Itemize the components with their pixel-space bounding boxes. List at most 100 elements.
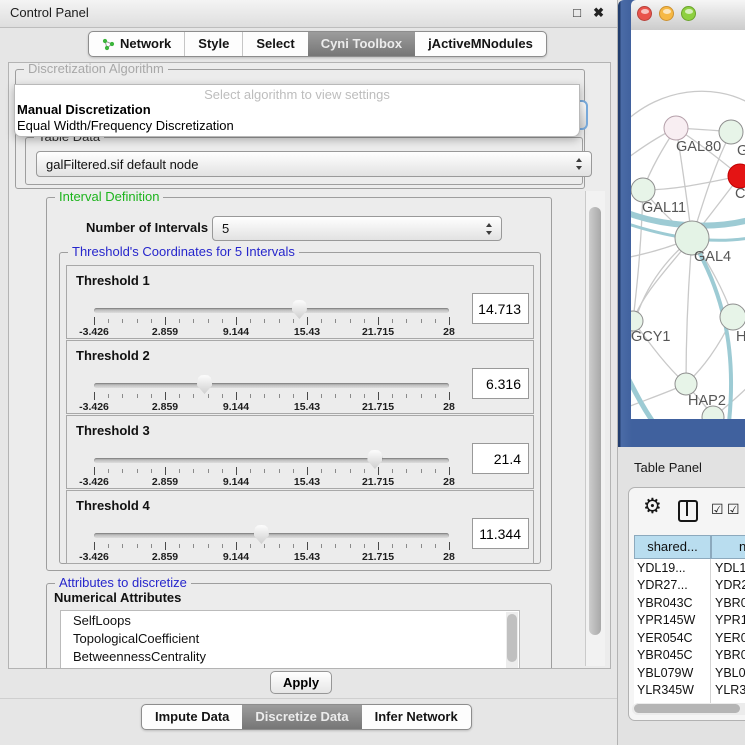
threshold-1-panel: Threshold 1 -3.4262.8599.14415.4321.7152… <box>66 265 534 339</box>
table-row[interactable]: YDL19...YDL1 <box>634 559 745 577</box>
threshold-slider-track[interactable] <box>94 308 449 313</box>
dropdown-option-manual-discretization[interactable]: Manual Discretization <box>17 102 151 117</box>
table-horizontal-scrollbar[interactable] <box>632 703 745 715</box>
threshold-slider-track[interactable] <box>94 458 449 463</box>
threshold-slider-track[interactable] <box>94 533 449 538</box>
node-label: GAL11 <box>642 200 686 216</box>
table-cell[interactable]: YDR27... <box>634 578 710 592</box>
gear-icon[interactable]: ⚙ <box>643 494 662 519</box>
tab-style[interactable]: Style <box>184 32 242 56</box>
attributes-scrollbar[interactable] <box>506 612 518 669</box>
attribute-item[interactable]: TopologicalCoefficient <box>61 629 519 647</box>
apply-button[interactable]: Apply <box>270 671 332 694</box>
panel-scrollbar[interactable] <box>585 191 605 666</box>
network-node[interactable] <box>719 120 743 144</box>
attribute-item[interactable]: BetweennessCentrality <box>61 647 519 665</box>
network-canvas[interactable]: GAL80GAGAL11CGAL4GCY1HHAP2 <box>631 30 745 419</box>
float-icon[interactable]: □ <box>573 5 581 21</box>
threshold-slider-track[interactable] <box>94 383 449 388</box>
table-row[interactable]: YER054CYER0 <box>634 629 745 647</box>
checkbox-icon[interactable]: ☑ <box>711 501 724 518</box>
table-cell[interactable]: YPR145W <box>634 613 710 627</box>
table-cell[interactable]: YBR0 <box>710 647 745 665</box>
threshold-value-field[interactable] <box>472 518 529 549</box>
tab-label: Select <box>256 32 294 56</box>
table-row[interactable]: YPR145WYPR1 <box>634 612 745 630</box>
network-edge[interactable] <box>631 372 659 419</box>
network-node[interactable] <box>720 304 745 330</box>
tab-impute-data[interactable]: Impute Data <box>142 705 242 729</box>
table-row[interactable]: YBR045CYBR0 <box>634 647 745 665</box>
dropdown-option-equal-width-frequency[interactable]: Equal Width/Frequency Discretization <box>17 118 234 133</box>
node-label: HAP2 <box>688 393 726 409</box>
tab-select[interactable]: Select <box>242 32 307 56</box>
scrollbar-thumb[interactable] <box>634 704 740 713</box>
network-edge[interactable] <box>631 238 692 368</box>
node-table-rows[interactable]: YDL19...YDL1YDR27...YDR2YBR043CYBR0YPR14… <box>634 559 745 705</box>
close-icon[interactable]: ✖ <box>593 5 604 21</box>
minimize-traffic-light-icon[interactable] <box>659 6 674 21</box>
table-cell[interactable]: YBR045C <box>634 648 710 662</box>
table-cell[interactable]: YER0 <box>710 629 745 647</box>
slider-tick-labels: -3.4262.8599.14415.4321.71528 <box>94 401 449 413</box>
group-title: Interval Definition <box>55 189 163 204</box>
node-label: GCY1 <box>631 329 671 345</box>
table-cell[interactable]: YER054C <box>634 631 710 645</box>
bottom-tab-bar: Impute Data Discretize Data Infer Networ… <box>141 704 472 730</box>
zoom-traffic-light-icon[interactable] <box>681 6 696 21</box>
table-cell[interactable]: YDL1 <box>710 559 745 577</box>
network-node[interactable] <box>664 116 688 140</box>
table-cell[interactable]: YDL19... <box>634 561 710 575</box>
network-edge[interactable] <box>631 91 745 122</box>
table-row[interactable]: YBL079WYBL0 <box>634 664 745 682</box>
combo-stepper-icon <box>485 223 494 235</box>
interval-definition-group: Interval Definition Number of Intervals … <box>46 197 552 571</box>
table-row[interactable]: YBR043CYBR0 <box>634 594 745 612</box>
number-of-intervals-combobox[interactable]: 5 <box>212 216 502 241</box>
table-row[interactable]: YDR27...YDR2 <box>634 577 745 595</box>
threshold-label: Threshold 3 <box>76 423 150 438</box>
network-edge[interactable] <box>643 176 740 190</box>
close-traffic-light-icon[interactable] <box>637 6 652 21</box>
table-data-combobox[interactable]: galFiltered.sif default node <box>36 151 592 177</box>
tab-network[interactable]: Network <box>89 32 184 56</box>
table-data-group: Table Data galFiltered.sif default node <box>25 137 583 185</box>
dropdown-hint: Select algorithm to view settings <box>15 87 579 102</box>
table-cell[interactable]: YBL0 <box>710 664 745 682</box>
scrollbar-thumb[interactable] <box>507 614 517 662</box>
number-of-intervals-label: Number of Intervals <box>86 220 208 235</box>
combo-value: 5 <box>222 221 229 236</box>
attribute-item[interactable]: SelfLoops <box>61 611 519 629</box>
table-cell[interactable]: YDR2 <box>710 577 745 595</box>
table-cell[interactable]: YLR345W <box>634 683 710 697</box>
table-cell[interactable]: YPR1 <box>710 612 745 630</box>
network-node[interactable] <box>631 311 643 331</box>
table-cell[interactable]: YBR043C <box>634 596 710 610</box>
threshold-label: Threshold 1 <box>76 273 150 288</box>
network-node[interactable] <box>631 178 655 202</box>
control-panel-titlebar[interactable]: Control Panel □ ✖ <box>0 0 617 28</box>
combo-value: galFiltered.sif default node <box>46 157 198 172</box>
network-window-titlebar[interactable] <box>631 0 745 31</box>
columns-icon[interactable] <box>678 500 698 522</box>
tab-infer-network[interactable]: Infer Network <box>362 705 471 729</box>
table-cell[interactable]: YLR3 <box>710 682 745 700</box>
numerical-attributes-list[interactable]: SelfLoopsTopologicalCoefficientBetweenne… <box>60 610 520 669</box>
slider-tick-labels: -3.4262.8599.14415.4321.71528 <box>94 551 449 563</box>
column-header-shared-name[interactable]: shared... <box>634 535 711 559</box>
network-edge[interactable] <box>686 238 692 384</box>
top-tab-bar: Network Style Select Cyni Toolbox jActiv… <box>88 31 547 57</box>
threshold-value-field[interactable] <box>472 443 529 474</box>
scrollbar-thumb[interactable] <box>589 207 601 635</box>
table-cell[interactable]: YBL079W <box>634 666 710 680</box>
network-node[interactable] <box>675 373 697 395</box>
tab-jactivemnodules[interactable]: jActiveMNodules <box>415 32 546 56</box>
checkbox-icon[interactable]: ☑ <box>727 501 740 518</box>
threshold-value-field[interactable] <box>472 368 529 399</box>
tab-cyni-toolbox[interactable]: Cyni Toolbox <box>308 32 415 56</box>
threshold-value-field[interactable] <box>472 293 529 324</box>
table-cell[interactable]: YBR0 <box>710 594 745 612</box>
table-row[interactable]: YLR345WYLR3 <box>634 682 745 700</box>
tab-discretize-data[interactable]: Discretize Data <box>242 705 361 729</box>
column-header-name[interactable]: na <box>711 535 745 559</box>
